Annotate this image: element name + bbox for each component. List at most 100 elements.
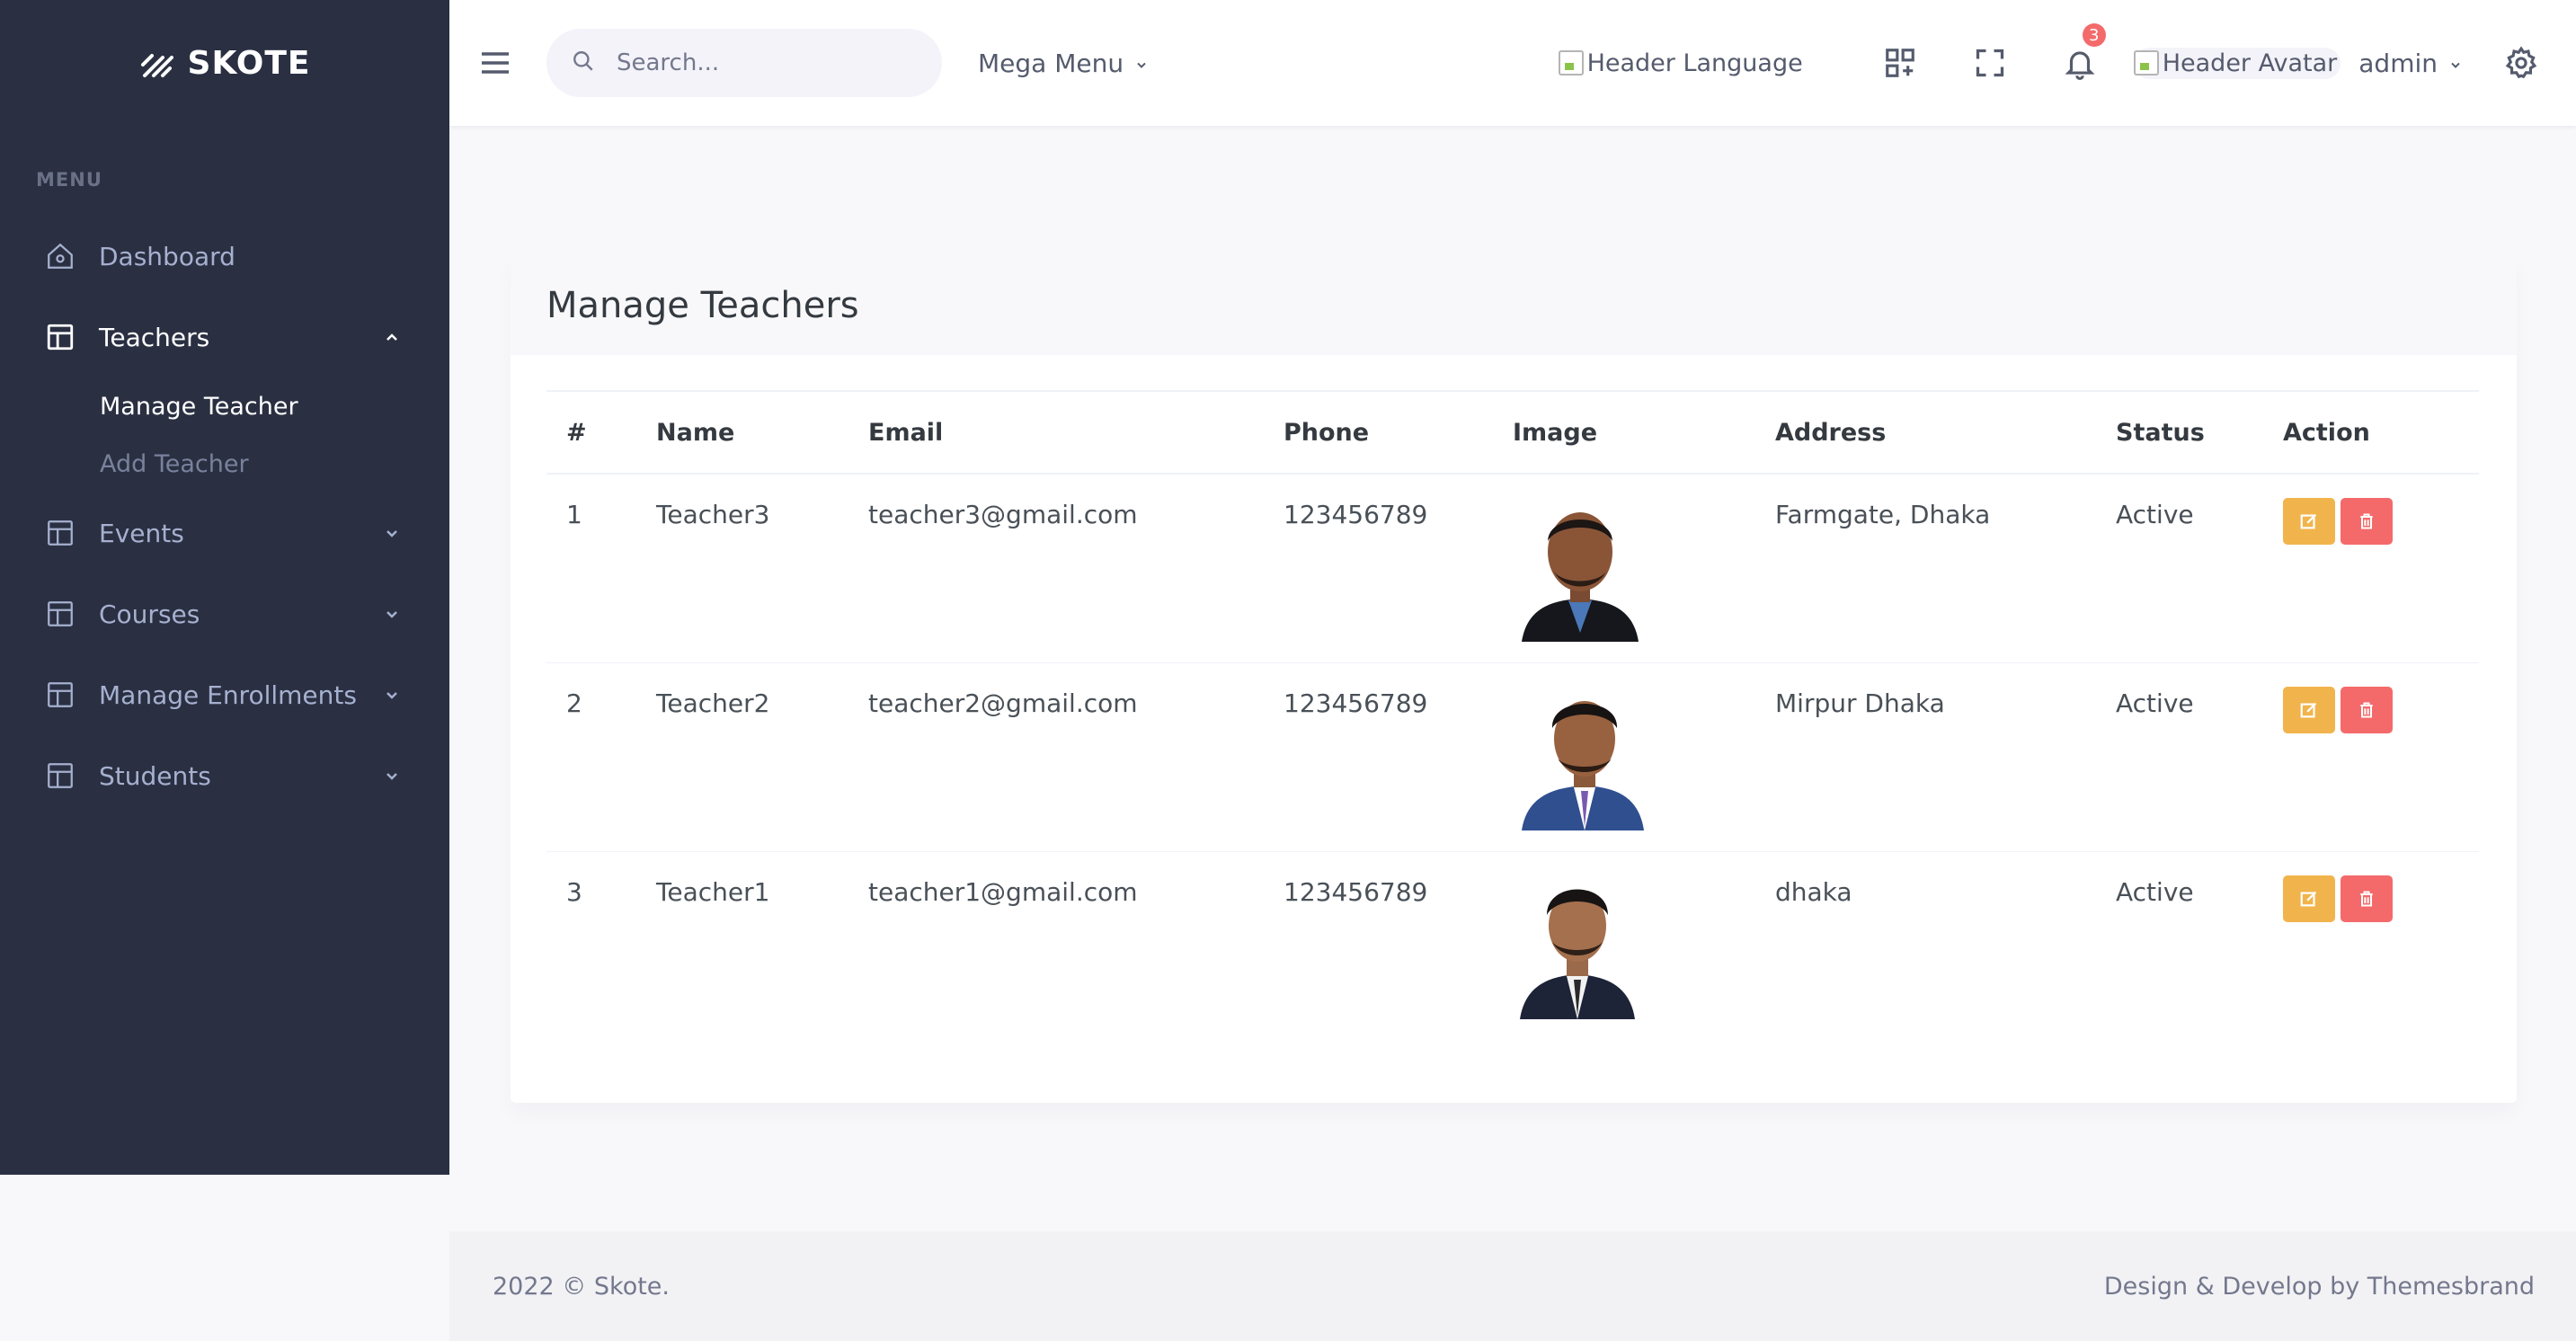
footer-credit: Design & Develop by Themesbrand (2103, 1272, 2535, 1301)
teacher-phone: 123456789 (1284, 876, 1428, 907)
sidebar-item-label: Courses (99, 599, 200, 629)
edit-icon (2300, 702, 2317, 717)
search-input[interactable] (617, 49, 922, 76)
chevron-up-icon (381, 326, 403, 348)
sidebar-item-label: Students (99, 760, 211, 791)
notifications-button[interactable]: 3 (2035, 0, 2125, 126)
table-header-row: # Name Email Phone Image Address Status … (546, 390, 2479, 475)
teacher-phone: 123456789 (1264, 662, 1493, 852)
layout-icon (45, 321, 77, 353)
trash-icon (2360, 891, 2373, 906)
edit-button[interactable] (2283, 686, 2335, 733)
sidebar-item-label: Dashboard (99, 241, 235, 271)
trash-icon (2360, 702, 2373, 717)
edit-icon (2300, 891, 2317, 906)
home-icon (45, 240, 77, 272)
teacher-status: Active (2116, 876, 2194, 907)
sidebar-item-courses[interactable]: Courses (0, 573, 449, 654)
teacher-name: Teacher2 (636, 662, 848, 852)
layout-icon (45, 679, 77, 711)
teacher-name: Teacher3 (636, 474, 848, 663)
column-header: Status (2096, 390, 2263, 475)
sidebar-subitem-manage-teacher[interactable]: Manage Teacher (0, 377, 449, 435)
username: admin (2358, 48, 2438, 78)
sidebar-item-teachers[interactable]: Teachers (0, 297, 449, 377)
row-number: 1 (546, 474, 636, 663)
apps-grid-icon (1885, 49, 1914, 77)
delete-button[interactable] (2341, 686, 2393, 733)
chevron-down-icon (381, 765, 403, 786)
user-dropdown[interactable]: Header Avatar admin (2133, 47, 2463, 79)
brand-name: SKOTE (187, 44, 311, 82)
language-alt-text: Header Language (1586, 49, 1803, 77)
fullscreen-icon (1976, 49, 2003, 77)
sidebar-item-events[interactable]: Events (0, 493, 449, 573)
avatar-alt-text: Header Avatar (2162, 49, 2338, 77)
broken-image-icon (2133, 50, 2159, 75)
teacher-image-cell (1493, 474, 1755, 663)
apps-grid-button[interactable] (1855, 0, 1945, 126)
sidebar-item-students[interactable]: Students (0, 735, 449, 816)
column-header: Image (1493, 390, 1755, 475)
column-header: Phone (1264, 390, 1493, 475)
table-row: 3 Teacher1 teacher1@gmail.com 123456789 (546, 851, 2479, 1040)
teachers-card: Manage Teachers # Name Email Phone Image… (511, 256, 2517, 1103)
card-title: Manage Teachers (511, 256, 2517, 355)
column-header: Address (1755, 390, 2096, 475)
topbar: Mega Menu Header Language 3 Header Avata… (449, 0, 2576, 126)
column-header: # (546, 390, 636, 475)
teacher-status: Active (2096, 474, 2263, 663)
delete-button[interactable] (2341, 875, 2393, 922)
teacher-address: Farmgate, Dhaka (1755, 474, 2096, 663)
menu-toggle-icon[interactable] (482, 49, 509, 76)
language-selector[interactable]: Header Language (1558, 49, 1803, 77)
header-actions: Header Language 3 Header Avatar admin (1558, 0, 2576, 126)
delete-button[interactable] (2341, 498, 2393, 545)
gear-icon (2505, 46, 2537, 79)
action-cell (2263, 662, 2479, 852)
menu-title: MENU (36, 169, 102, 191)
footer-copyright: 2022 © Skote. (493, 1272, 670, 1301)
teacher-address: Mirpur Dhaka (1755, 662, 2096, 852)
broken-image-icon (1558, 50, 1584, 75)
chevron-down-icon (1134, 49, 1149, 78)
edit-button[interactable] (2283, 875, 2335, 922)
brand-logo[interactable]: SKOTE (0, 0, 449, 126)
search-icon (572, 49, 595, 76)
avatar: Header Avatar (2133, 47, 2341, 79)
table-row: 2 Teacher2 teacher2@gmail.com 123456789 (546, 662, 2479, 852)
sidebar-subitem-add-teacher[interactable]: Add Teacher (0, 435, 449, 493)
teacher-photo (1522, 700, 1644, 830)
sidebar-item-label: Teachers (99, 322, 210, 352)
layout-icon (45, 517, 77, 549)
teachers-table: # Name Email Phone Image Address Status … (546, 390, 2479, 1040)
teacher-email: teacher1@gmail.com (868, 876, 1138, 907)
sidebar-item-dashboard[interactable]: Dashboard (0, 216, 449, 297)
teacher-phone: 123456789 (1264, 474, 1493, 663)
teacher-email: teacher2@gmail.com (848, 662, 1264, 852)
teacher-address: dhaka (1775, 876, 1852, 907)
layout-icon (45, 759, 77, 792)
teacher-photo (1520, 889, 1635, 1019)
teacher-image-cell (1493, 662, 1755, 852)
notification-badge: 3 (2082, 23, 2106, 47)
chevron-down-icon (381, 522, 403, 544)
settings-button[interactable] (2504, 46, 2538, 80)
bell-icon (2065, 51, 2095, 80)
sidebar-item-manage-enrollments[interactable]: Manage Enrollments (0, 654, 449, 735)
sidebar: SKOTE MENU Dashboard Teachers Manage Tea… (0, 0, 449, 1175)
action-cell (2263, 474, 2479, 663)
logo-icon (140, 54, 173, 77)
teacher-email: teacher3@gmail.com (848, 474, 1264, 663)
mega-menu-button[interactable]: Mega Menu (978, 49, 1149, 78)
edit-button[interactable] (2283, 498, 2335, 545)
teacher-name: Teacher1 (656, 876, 770, 907)
mega-menu-label: Mega Menu (978, 48, 1124, 78)
chevron-down-icon (381, 684, 403, 706)
layout-icon (45, 598, 77, 630)
teacher-image-cell (1493, 851, 1755, 1040)
column-header: Email (848, 390, 1264, 475)
fullscreen-button[interactable] (1945, 0, 2035, 126)
edit-icon (2300, 513, 2317, 529)
teacher-photo (1522, 512, 1639, 642)
